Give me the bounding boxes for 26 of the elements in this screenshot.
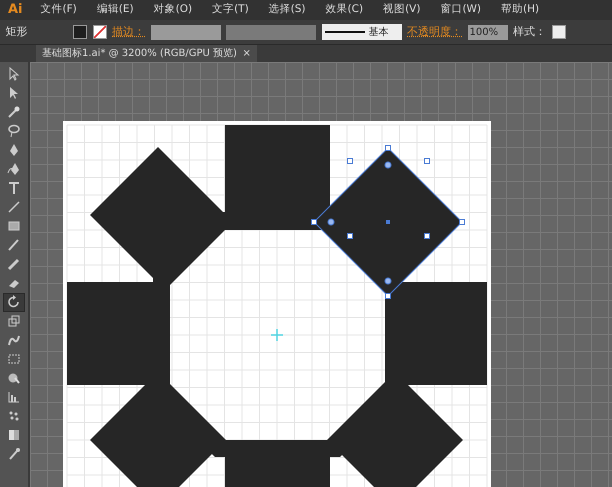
menu-item[interactable]: 视图(V): [373, 2, 430, 18]
menu-item[interactable]: 文字(T): [202, 2, 259, 18]
rotate-icon[interactable]: [3, 292, 25, 312]
stroke-weight-field[interactable]: [150, 24, 220, 40]
fill-swatch[interactable]: [73, 25, 87, 39]
opacity-label: 不透明度：: [407, 24, 462, 40]
close-button[interactable]: ×: [242, 45, 251, 62]
center-point-icon: [270, 328, 284, 342]
opacity-field[interactable]: 100%: [468, 24, 508, 40]
menu-item[interactable]: 文件(F): [30, 2, 87, 18]
variable-width-field[interactable]: [226, 24, 316, 40]
app-logo: Ai: [7, 1, 24, 20]
tool-name: 矩形: [6, 24, 28, 40]
menu-item[interactable]: 效果(C): [316, 2, 374, 18]
style-swatch[interactable]: [552, 25, 566, 39]
menu-item[interactable]: 编辑(E): [86, 2, 144, 18]
menu-item[interactable]: 窗口(W): [430, 2, 492, 18]
menu-item[interactable]: 帮助(H): [491, 2, 550, 18]
stroke-profile-dropdown[interactable]: 基本: [322, 24, 402, 40]
style-label: 样式：: [513, 24, 546, 40]
menu-item[interactable]: 对象(O): [144, 2, 202, 18]
document-tab[interactable]: 基础图标1.ai* @ 3200% (RGB/GPU 预览) ×: [36, 45, 257, 62]
stroke-label: 描边：: [112, 24, 145, 40]
stroke-line-icon: [324, 30, 364, 34]
stroke-none-swatch[interactable]: [92, 25, 106, 39]
menu-item[interactable]: 选择(S): [258, 2, 316, 18]
